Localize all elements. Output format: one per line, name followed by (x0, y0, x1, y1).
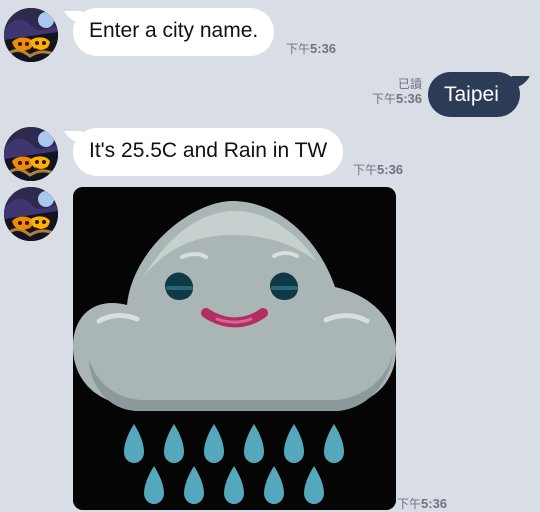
time-value: 5:36 (395, 91, 422, 107)
message-bubble-3[interactable]: It's 25.5C and Rain in TW (73, 128, 344, 176)
time-ampm: 下午 (353, 163, 378, 177)
halloween-pumpkin-avatar-icon (4, 187, 58, 241)
message-time-4: 下午5:36 (397, 496, 447, 512)
time-value: 5:36 (377, 162, 404, 177)
message-time-3: 下午5:36 (353, 162, 403, 178)
rain-cloud-sticker[interactable] (73, 187, 396, 510)
time-value: 5:36 (310, 41, 337, 56)
rain-cloud-icon (73, 187, 396, 510)
read-receipt: 已讀 (397, 77, 422, 91)
chat-window: Enter a city name. 下午5:36 已讀 下午5:36 Taip… (0, 0, 540, 512)
time-ampm: 下午 (397, 497, 422, 511)
message-bubble-2[interactable]: Taipei (428, 72, 520, 117)
message-text: Taipei (444, 83, 499, 106)
time-value: 5:36 (421, 496, 448, 511)
time-ampm: 下午 (371, 92, 396, 107)
bot-avatar[interactable] (4, 127, 58, 181)
bot-avatar[interactable] (4, 187, 58, 241)
halloween-pumpkin-avatar-icon (4, 127, 58, 181)
bot-avatar[interactable] (4, 8, 58, 62)
message-bubble-1[interactable]: Enter a city name. (73, 8, 275, 56)
halloween-pumpkin-avatar-icon (4, 8, 58, 62)
message-time-1: 下午5:36 (286, 41, 336, 57)
message-text: It's 25.5C and Rain in TW (89, 139, 328, 162)
time-ampm: 下午 (286, 42, 311, 56)
message-text: Enter a city name. (89, 19, 259, 42)
message-time-2: 已讀 下午5:36 (372, 77, 422, 107)
